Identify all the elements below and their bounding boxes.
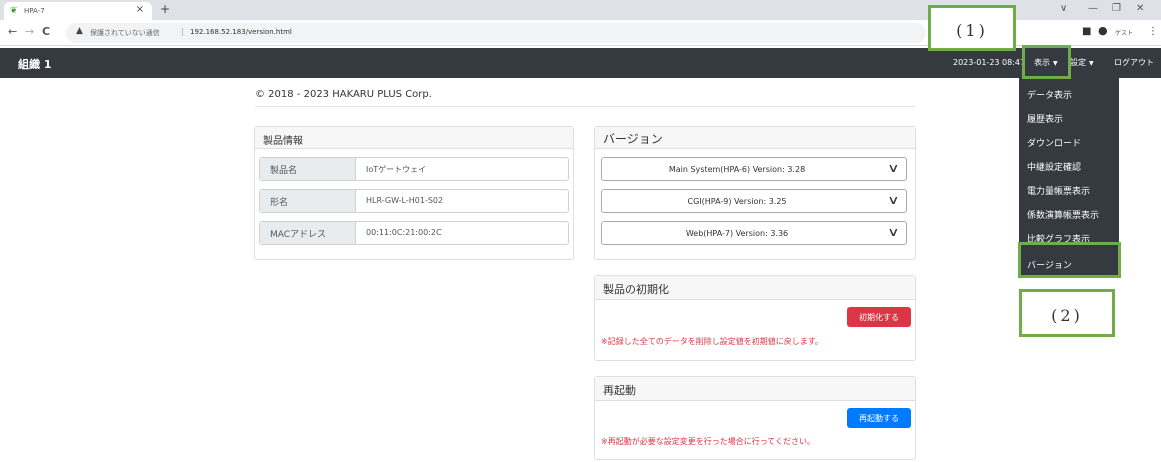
annotation-label-2: (2)	[1019, 289, 1115, 337]
model-name-value: HLR-GW-L-H01-S02	[366, 196, 444, 205]
cgi-version-select[interactable]: CGI(HPA-9) Version: 3.25 ∨	[601, 189, 907, 213]
caret-down-icon: ▼	[1089, 60, 1094, 67]
profile-icon[interactable]: ●	[1098, 24, 1108, 37]
menu-item-relay-settings[interactable]: 中継設定確認	[1027, 160, 1081, 173]
main-system-version-select[interactable]: Main System(HPA-6) Version: 3.28 ∨	[601, 157, 907, 181]
logout-link[interactable]: ログアウト	[1114, 57, 1154, 68]
minimize-button[interactable]: —	[1088, 3, 1098, 14]
menu-item-history[interactable]: 履歴表示	[1027, 112, 1063, 125]
mac-address-label: MACアドレス	[260, 222, 356, 244]
model-name-label: 形名	[260, 190, 356, 212]
settings-menu-label: 設定	[1070, 58, 1086, 67]
cgi-version-text: CGI(HPA-9) Version: 3.25	[687, 197, 787, 206]
url-text: 192.168.52.183/version.html	[190, 28, 292, 36]
menu-item-data-view[interactable]: データ表示	[1027, 88, 1072, 101]
chevron-down-icon: ∨	[887, 225, 900, 239]
copyright-text: © 2018 - 2023 HAKARU PLUS Corp.	[255, 89, 432, 100]
tab-search-icon[interactable]: ∨	[1060, 3, 1067, 14]
divider: |	[181, 27, 184, 36]
tab-title: HPA-7	[24, 7, 45, 15]
version-card: バージョン Main System(HPA-6) Version: 3.28 ∨…	[594, 126, 916, 260]
restart-card: 再起動 再起動する ※再起動が必要な設定変更を行った場合に行ってください。	[594, 376, 916, 460]
guest-label[interactable]: ゲスト	[1115, 28, 1133, 37]
menu-item-coefficient-report[interactable]: 係数演算帳票表示	[1027, 208, 1099, 221]
init-card: 製品の初期化 初期化する ※記録した全てのデータを削除し設定値を初期値に戻します…	[594, 275, 916, 361]
org-brand[interactable]: 組織 1	[18, 56, 51, 72]
insecure-label: 保護されていない通信	[90, 29, 160, 37]
app-navbar: 組織 1 2023-01-23 08:47 表示 ▼ 設定 ▼ ログアウト	[0, 48, 1161, 78]
chevron-down-icon: ∨	[887, 193, 900, 207]
close-window-button[interactable]: ✕	[1136, 3, 1144, 14]
back-button[interactable]: ←	[8, 25, 17, 38]
mac-address-value: 00:11:0C:21:00:2C	[366, 228, 442, 237]
browser-tab[interactable]: ❦ HPA-7 ×	[4, 2, 152, 20]
restart-title: 再起動	[595, 377, 915, 401]
warning-icon: ▲	[76, 26, 83, 36]
settings-menu-toggle[interactable]: 設定 ▼	[1070, 57, 1094, 68]
init-button[interactable]: 初期化する	[847, 307, 911, 327]
current-datetime: 2023-01-23 08:47	[953, 58, 1026, 67]
divider	[255, 106, 915, 107]
product-info-title: 製品情報	[255, 127, 573, 149]
web-version-select[interactable]: Web(HPA-7) Version: 3.36 ∨	[601, 221, 907, 245]
tab-close-icon[interactable]: ×	[136, 4, 144, 15]
restore-button[interactable]: ❐	[1112, 3, 1121, 14]
init-note: ※記録した全てのデータを削除し設定値を初期値に戻します。	[601, 337, 823, 346]
reload-button[interactable]: C	[42, 25, 50, 38]
annotation-label-1: (1)	[928, 5, 1016, 51]
mac-address-row: MACアドレス 00:11:0C:21:00:2C	[259, 221, 569, 245]
restart-button[interactable]: 再起動する	[847, 408, 911, 428]
annotation-highlight-display-menu	[1022, 45, 1071, 79]
sprout-icon: ❦	[10, 6, 18, 16]
window-icon[interactable]: ■	[1082, 26, 1091, 37]
product-info-card: 製品情報 製品名 IoTゲートウェイ 形名 HLR-GW-L-H01-S02 M…	[254, 126, 574, 260]
restart-note: ※再起動が必要な設定変更を行った場合に行ってください。	[601, 437, 816, 446]
forward-button[interactable]: →	[25, 25, 34, 38]
chevron-down-icon: ∨	[887, 161, 900, 175]
model-name-row: 形名 HLR-GW-L-H01-S02	[259, 189, 569, 213]
product-name-value: IoTゲートウェイ	[366, 165, 427, 174]
menu-item-download[interactable]: ダウンロード	[1027, 136, 1081, 149]
product-name-row: 製品名 IoTゲートウェイ	[259, 157, 569, 181]
main-system-version-text: Main System(HPA-6) Version: 3.28	[668, 165, 806, 174]
product-name-label: 製品名	[260, 158, 356, 180]
web-version-text: Web(HPA-7) Version: 3.36	[685, 229, 789, 238]
init-title: 製品の初期化	[595, 276, 915, 300]
version-title: バージョン	[595, 127, 915, 149]
new-tab-button[interactable]: +	[160, 2, 170, 16]
address-bar[interactable]: ▲ 保護されていない通信 | 192.168.52.183/version.ht…	[66, 23, 926, 43]
more-menu-icon[interactable]: ⋮	[1148, 26, 1158, 37]
menu-item-energy-report[interactable]: 電力量帳票表示	[1027, 184, 1090, 197]
annotation-highlight-version-item	[1018, 242, 1121, 278]
